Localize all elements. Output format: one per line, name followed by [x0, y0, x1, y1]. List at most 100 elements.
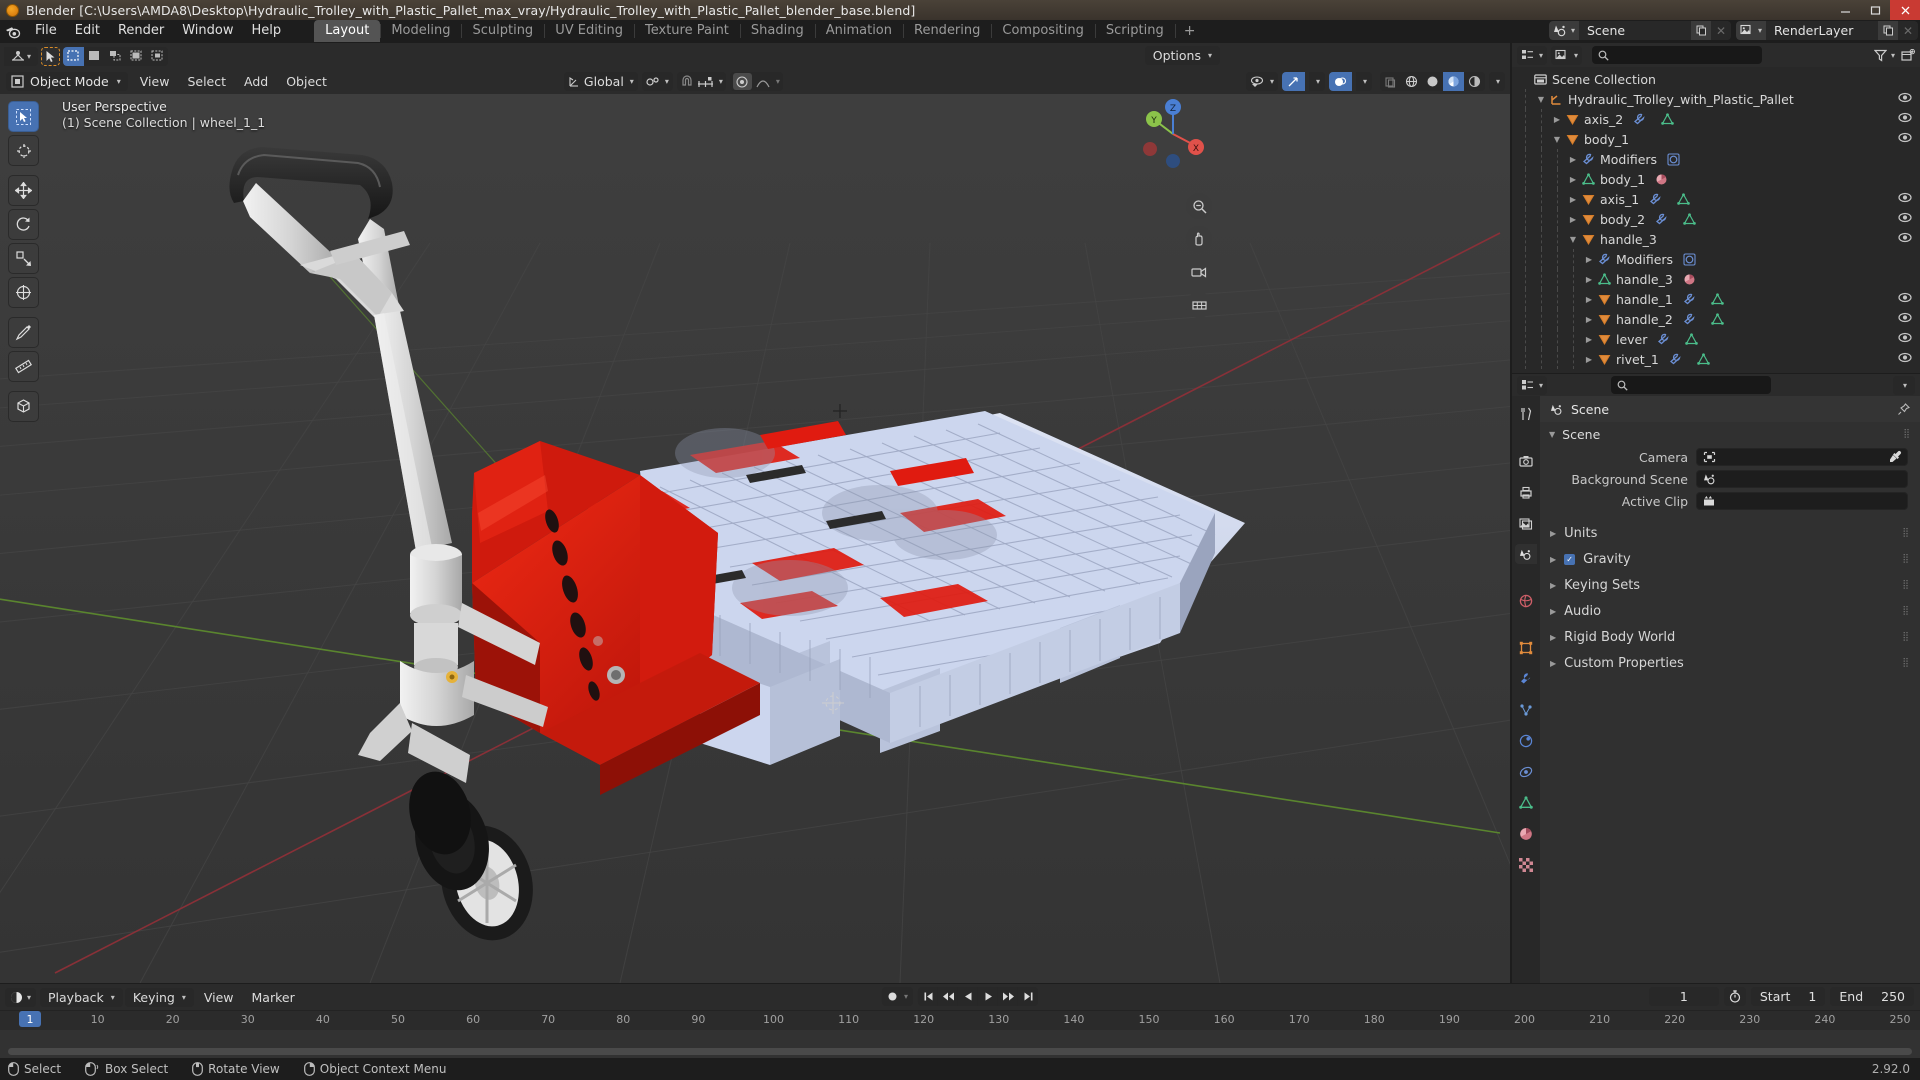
snap-target-selector[interactable]: ▾	[641, 72, 673, 91]
properties-particles-tab[interactable]	[1515, 700, 1537, 720]
add-workspace-button[interactable]: +	[1174, 20, 1205, 42]
timeline-menu-keying[interactable]: Keying ▾	[124, 987, 194, 1007]
outliner-search-input[interactable]	[1592, 46, 1763, 64]
timeline-menu-playback[interactable]: Playback ▾	[40, 987, 123, 1007]
timeline-horizontal-scrollbar[interactable]	[8, 1048, 1912, 1055]
outliner-row-scene-collection[interactable]: Scene Collection	[1512, 69, 1920, 89]
section-expand-triangle[interactable]: ▶	[1550, 555, 1556, 564]
workspace-tab-shading[interactable]: Shading	[739, 20, 815, 42]
tool-scale[interactable]	[8, 243, 39, 274]
expand-triangle-right[interactable]: ▶	[1582, 355, 1596, 364]
timeline-playhead[interactable]: 1	[19, 1011, 41, 1027]
tool-move[interactable]	[8, 175, 39, 206]
remove-viewlayer-button[interactable]: ✕	[1898, 21, 1918, 40]
section-expand-triangle[interactable]: ▶	[1550, 607, 1556, 616]
workspace-tab-uv-editing[interactable]: UV Editing	[544, 20, 634, 42]
play-reverse-button[interactable]	[958, 987, 979, 1006]
workspace-tab-layout[interactable]: Layout	[314, 20, 381, 42]
properties-options-dropdown[interactable]: ▾	[1892, 375, 1915, 395]
properties-section-units[interactable]: ▶ Units ⣿	[1540, 520, 1920, 546]
properties-section-rigid-body-world[interactable]: ▶ Rigid Body World ⣿	[1540, 624, 1920, 650]
end-frame-value[interactable]: 250	[1872, 987, 1914, 1006]
timeline-keyframe-track[interactable]	[0, 1030, 1920, 1058]
outliner-row-modifiers[interactable]: ▶ Modifiers	[1512, 149, 1920, 169]
gizmo-toggle[interactable]	[1281, 72, 1305, 91]
select-intersect-button[interactable]	[147, 46, 168, 66]
outliner-display-mode[interactable]: ▾	[1551, 45, 1583, 65]
properties-editor[interactable]: ▾ ▾ Scene ▼ Scene ⣿ Camera Background Sce…	[1512, 374, 1920, 983]
outliner-editor[interactable]: ▾ ▾ ▾ Scene Collection ▼ Hydraulic_Trolley…	[1512, 43, 1920, 373]
tool-tweak-select[interactable]	[8, 101, 39, 132]
modifier-icon[interactable]	[1631, 111, 1648, 127]
shading-dropdown[interactable]: ▾	[1488, 72, 1505, 91]
expand-triangle-right[interactable]: ▶	[1582, 295, 1596, 304]
expand-triangle-down[interactable]: ▼	[1566, 235, 1580, 244]
jump-to-start-button[interactable]	[918, 987, 939, 1006]
mesh-data-icon[interactable]	[1695, 351, 1712, 367]
outliner-row-handle-1[interactable]: ▶ handle_1	[1512, 289, 1920, 309]
outliner-row-axis-1[interactable]: ▶ axis_1	[1512, 189, 1920, 209]
tool-rotate[interactable]	[8, 209, 39, 240]
proportional-editing-group[interactable]: ▾	[729, 72, 783, 91]
unlink-scene-button[interactable]: ✕	[1711, 21, 1731, 40]
properties-section-gravity[interactable]: ▶ ✓ Gravity ⣿	[1540, 546, 1920, 572]
workspace-tab-texture-paint[interactable]: Texture Paint	[634, 20, 740, 42]
viewport-menu-add[interactable]: Add	[235, 72, 277, 91]
select-set-button[interactable]	[63, 46, 84, 66]
properties-constraints-tab[interactable]	[1515, 762, 1537, 782]
use-preview-range-button[interactable]	[1723, 987, 1746, 1006]
properties-section-custom-properties[interactable]: ▶ Custom Properties ⣿	[1540, 650, 1920, 676]
expand-triangle-right[interactable]: ▶	[1566, 175, 1580, 184]
mesh-data-icon[interactable]	[1675, 191, 1692, 207]
modifier-icon[interactable]	[1653, 211, 1670, 227]
menu-window[interactable]: Window	[173, 22, 242, 40]
select-extend-button[interactable]	[84, 46, 105, 66]
outliner-editor-type[interactable]: ▾	[1517, 45, 1548, 65]
visibility-eye-icon[interactable]	[1898, 92, 1912, 103]
modifier-icon[interactable]	[1647, 191, 1664, 207]
shading-rendered-button[interactable]	[1463, 72, 1485, 91]
timeline-editor-type[interactable]: ▾	[5, 987, 37, 1007]
select-subtract-button[interactable]	[105, 46, 126, 66]
expand-triangle-right[interactable]: ▶	[1582, 255, 1596, 264]
outliner-row-lever[interactable]: ▶ lever	[1512, 329, 1920, 349]
properties-section-keying-sets[interactable]: ▶ Keying Sets ⣿	[1540, 572, 1920, 598]
visibility-eye-icon[interactable]	[1898, 332, 1912, 343]
property-field-active-clip[interactable]	[1696, 492, 1908, 510]
visibility-eye-icon[interactable]	[1898, 352, 1912, 363]
jump-to-prev-keyframe-button[interactable]	[938, 987, 959, 1006]
tool-annotate[interactable]	[8, 317, 39, 348]
material-icon[interactable]	[1681, 271, 1698, 287]
navigation-gizmo[interactable]: Z Y X	[1132, 93, 1214, 175]
visibility-eye-icon[interactable]	[1898, 312, 1912, 323]
properties-physics-tab[interactable]	[1515, 731, 1537, 751]
end-frame-fields[interactable]: End 250	[1830, 987, 1914, 1006]
blender-logo-icon[interactable]	[0, 20, 26, 42]
outliner-tree[interactable]: Scene Collection ▼ Hydraulic_Trolley_with_…	[1512, 67, 1920, 371]
toggle-ortho-perspective-button[interactable]	[1186, 292, 1212, 318]
properties-world-tab[interactable]	[1515, 591, 1537, 611]
workspace-tab-modeling[interactable]: Modeling	[380, 20, 461, 42]
jump-to-next-keyframe-button[interactable]	[998, 987, 1019, 1006]
jump-to-end-button[interactable]	[1018, 987, 1039, 1006]
property-field-background-scene[interactable]	[1696, 470, 1908, 488]
scene-name[interactable]: Scene	[1579, 21, 1691, 40]
menu-help[interactable]: Help	[243, 22, 291, 40]
pan-view-button[interactable]	[1186, 226, 1212, 252]
scene-panel-header[interactable]: ▼ Scene ⣿	[1540, 422, 1920, 446]
select-invert-button[interactable]	[126, 46, 147, 66]
close-button[interactable]	[1890, 0, 1920, 20]
properties-tab-column[interactable]	[1512, 396, 1540, 983]
modifier-icon[interactable]	[1681, 291, 1698, 307]
shading-mode-group[interactable]	[1379, 72, 1485, 91]
modifier-icon[interactable]	[1681, 311, 1698, 327]
modifier-icon[interactable]	[1667, 351, 1684, 367]
proportional-editing-toggle[interactable]	[732, 73, 752, 90]
workspace-tab-sculpting[interactable]: Sculpting	[461, 20, 544, 42]
visibility-eye-icon[interactable]	[1898, 112, 1912, 123]
material-icon[interactable]	[1653, 171, 1670, 187]
timeline-menu-marker[interactable]: Marker	[244, 988, 303, 1007]
outliner-row-body-2[interactable]: ▶ body_2	[1512, 209, 1920, 229]
properties-editor-type[interactable]: ▾	[1517, 375, 1548, 395]
overlays-toggle[interactable]	[1328, 72, 1352, 91]
